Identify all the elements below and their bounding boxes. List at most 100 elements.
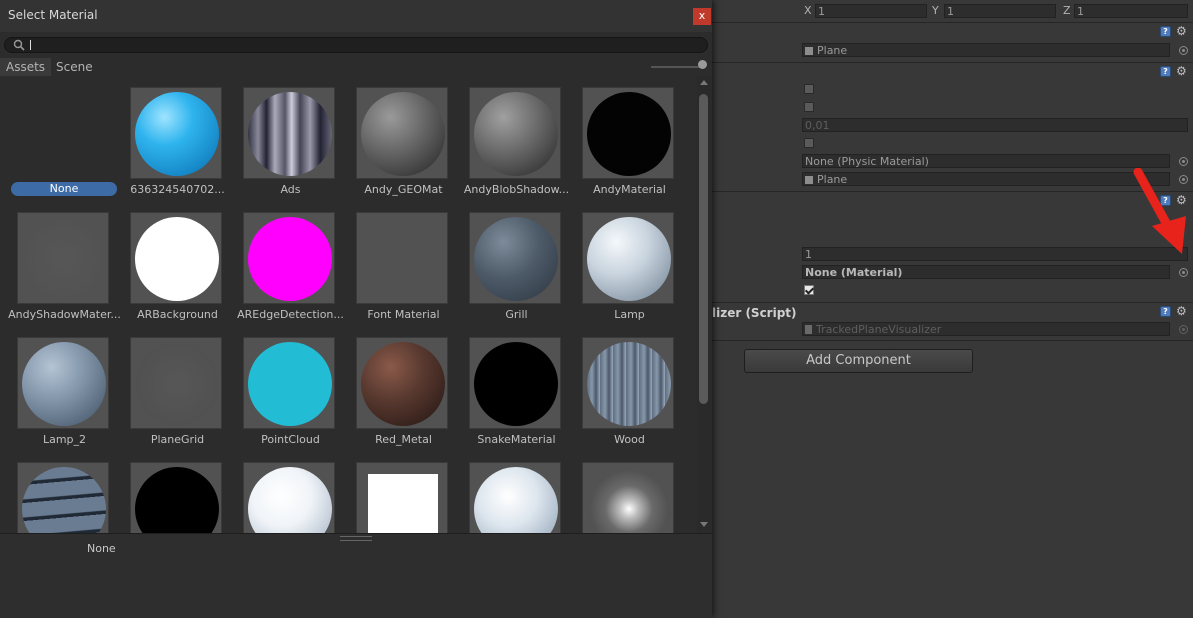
material-item[interactable]: None bbox=[8, 76, 121, 196]
search-input[interactable] bbox=[29, 38, 689, 52]
material-item[interactable] bbox=[8, 451, 121, 533]
material-item[interactable]: AndyShadowMater... bbox=[8, 201, 121, 321]
physic-material-field[interactable]: None (Physic Material) bbox=[802, 154, 1170, 168]
zoom-slider-handle[interactable] bbox=[698, 60, 707, 69]
material-preview-sphere bbox=[474, 467, 558, 533]
material-label: Red_Metal bbox=[375, 433, 432, 446]
material-thumbnail bbox=[469, 87, 561, 179]
material-label-selected: None bbox=[11, 182, 117, 196]
help-icon[interactable]: ? bbox=[1160, 66, 1171, 77]
material-item[interactable] bbox=[573, 451, 686, 533]
material-label: Ads bbox=[280, 183, 301, 196]
material-thumbnail bbox=[130, 212, 222, 304]
material-item[interactable]: AndyMaterial bbox=[573, 76, 686, 196]
gear-icon[interactable]: ⚙ bbox=[1176, 305, 1188, 317]
search-icon bbox=[13, 39, 25, 51]
material-label: Lamp_2 bbox=[42, 433, 87, 446]
material-item[interactable]: Font Material bbox=[347, 201, 460, 321]
material-thumbnail bbox=[356, 337, 448, 429]
material-preview-sphere bbox=[361, 342, 445, 426]
scale-x-label: X bbox=[804, 4, 812, 17]
material-thumbnail bbox=[243, 462, 335, 533]
material-item[interactable] bbox=[234, 451, 347, 533]
is-trigger-checkbox[interactable] bbox=[804, 102, 814, 112]
scrollbar-thumb[interactable] bbox=[699, 94, 708, 404]
scroll-down-arrow-icon[interactable] bbox=[700, 522, 708, 527]
material-preview-sphere bbox=[135, 217, 219, 301]
material-label: Wood bbox=[614, 433, 645, 446]
material-item[interactable]: Lamp bbox=[573, 201, 686, 321]
material-label: AndyMaterial bbox=[593, 183, 666, 196]
scale-x-field[interactable]: 1 bbox=[815, 4, 927, 18]
tab-scene[interactable]: Scene bbox=[50, 58, 99, 76]
material-thumbnail bbox=[356, 212, 448, 304]
search-bar[interactable] bbox=[4, 37, 708, 53]
material-item[interactable]: Grill bbox=[460, 201, 573, 321]
material-item[interactable]: SnakeMaterial bbox=[460, 326, 573, 446]
material-label: Lamp bbox=[614, 308, 645, 321]
material-item[interactable]: Red_Metal bbox=[347, 326, 460, 446]
material-preview-sphere bbox=[361, 92, 445, 176]
tab-assets[interactable]: Assets bbox=[0, 58, 52, 76]
close-button[interactable]: x bbox=[693, 8, 711, 25]
material-thumbnail bbox=[130, 87, 222, 179]
material-thumbnail bbox=[582, 462, 674, 533]
material-item[interactable] bbox=[121, 451, 234, 533]
material-thumbnail bbox=[469, 337, 561, 429]
material-preview-sphere bbox=[248, 217, 332, 301]
scroll-up-arrow-icon[interactable] bbox=[700, 80, 708, 85]
mesh-icon bbox=[805, 176, 813, 184]
material-item[interactable]: ARBackground bbox=[121, 201, 234, 321]
script-component-header[interactable]: lizer (Script) bbox=[712, 304, 1193, 322]
material-thumbnail bbox=[243, 212, 335, 304]
material-preview-sphere bbox=[135, 92, 219, 176]
help-icon[interactable]: ? bbox=[1160, 306, 1171, 317]
convex-checkbox[interactable] bbox=[804, 84, 814, 94]
object-picker-icon[interactable] bbox=[1179, 268, 1188, 277]
material-item[interactable]: PlaneGrid bbox=[121, 326, 234, 446]
component-separator bbox=[712, 340, 1193, 341]
object-picker-icon[interactable] bbox=[1179, 46, 1188, 55]
material-thumbnail bbox=[17, 212, 109, 304]
vertical-scrollbar[interactable] bbox=[697, 76, 712, 533]
scale-z-field[interactable]: 1 bbox=[1074, 4, 1188, 18]
material-item[interactable]: 636324540702... bbox=[121, 76, 234, 196]
window-titlebar[interactable]: Select Material x bbox=[0, 0, 712, 32]
gear-icon[interactable]: ⚙ bbox=[1176, 25, 1188, 37]
material-label: PlaneGrid bbox=[150, 433, 205, 446]
material-preview-sphere bbox=[587, 92, 671, 176]
material-label: Font Material bbox=[367, 308, 440, 321]
material-preview-sphere bbox=[248, 467, 332, 533]
material-preview-sphere bbox=[248, 92, 332, 176]
collider-mesh-field[interactable]: Plane bbox=[802, 172, 1170, 186]
mesh-filter-mesh-field[interactable]: Plane bbox=[802, 43, 1170, 57]
material-item[interactable] bbox=[347, 451, 460, 533]
material-item[interactable]: AndyBlobShadow... bbox=[460, 76, 573, 196]
material-item[interactable]: PointCloud bbox=[234, 326, 347, 446]
material-item[interactable]: Wood bbox=[573, 326, 686, 446]
material-item[interactable]: Ads bbox=[234, 76, 347, 196]
gear-icon[interactable]: ⚙ bbox=[1176, 65, 1188, 77]
tab-bar: Assets Scene bbox=[0, 58, 712, 76]
skin-width-field[interactable]: 0,01 bbox=[802, 118, 1188, 132]
splitter-handle[interactable] bbox=[340, 536, 372, 541]
enabled-checkbox[interactable] bbox=[804, 285, 814, 295]
material-item[interactable] bbox=[460, 451, 573, 533]
zoom-slider-track[interactable] bbox=[651, 66, 703, 68]
scale-z-label: Z bbox=[1063, 4, 1071, 17]
material-item[interactable]: Andy_GEOMat bbox=[347, 76, 460, 196]
material-label: AREdgeDetection... bbox=[237, 308, 344, 321]
material-preview-sphere bbox=[135, 467, 219, 533]
object-picker-icon[interactable] bbox=[1179, 157, 1188, 166]
help-icon[interactable]: ? bbox=[1160, 26, 1171, 37]
scale-y-field[interactable]: 1 bbox=[944, 4, 1056, 18]
material-label: Andy_GEOMat bbox=[364, 183, 443, 196]
add-component-button[interactable]: Add Component bbox=[744, 349, 973, 373]
material-grid: None 636324540702... Ads Andy_GEOMat AndyBlo… bbox=[0, 76, 696, 533]
collider-checkbox[interactable] bbox=[804, 138, 814, 148]
material-item[interactable]: Lamp_2 bbox=[8, 326, 121, 446]
material-field[interactable]: None (Material) bbox=[802, 265, 1170, 279]
material-item[interactable]: AREdgeDetection... bbox=[234, 201, 347, 321]
material-preview-sphere bbox=[474, 217, 558, 301]
material-thumbnail bbox=[356, 462, 448, 533]
